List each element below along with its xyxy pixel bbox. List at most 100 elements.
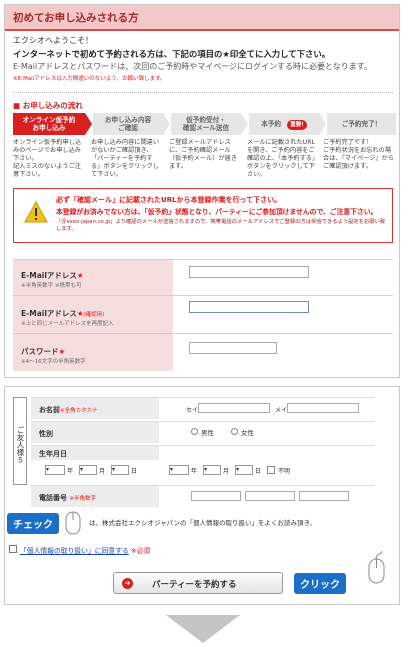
mouse-icon (65, 511, 81, 535)
alt-year-select[interactable]: ▾ (169, 465, 189, 475)
email-confirm-label-cell: E-Mailアドレス★(確認用) ※上と同じメールアドレスを再度記入 (13, 296, 173, 333)
male-label: 男性 (201, 429, 214, 437)
agree-checkbox[interactable] (9, 545, 17, 553)
privacy-link[interactable]: 「個人情報の取り扱い」に同意する (20, 547, 129, 555)
step-2-desc: お申し込み内容に間違いがないかご確認頂き、「パーティーを予約する」ボタンをクリッ… (91, 139, 160, 178)
step-2: お申し込み内容 ご確認 (93, 113, 163, 135)
step-arrow (241, 113, 248, 135)
step-1: オンライン仮予約 お申し込み (13, 113, 85, 135)
name-row: お名前※全角カタカナ セイ メイ (31, 397, 374, 419)
phone-row: 電話番号 ※半角数字 (31, 485, 374, 507)
step-3: 仮予約受付・ 確認メール送信 (171, 113, 241, 135)
female-label: 女性 (241, 429, 254, 437)
gender-label: 性別 (39, 430, 53, 438)
password-label: パスワード (21, 347, 59, 356)
birthday-label-cell: 生年月日 (31, 446, 159, 460)
mouse-icon (368, 551, 385, 584)
male-radio[interactable] (191, 428, 198, 435)
step-label: 仮予約受付・ 確認メール送信 (182, 116, 230, 132)
friend-side-label: ご友人様５ (13, 397, 27, 485)
unknown-checkbox[interactable] (267, 466, 275, 474)
arrow-right-icon: ➜ (122, 578, 133, 589)
phone-part2[interactable] (245, 491, 295, 501)
warning-box: 必ず「確認メール」に記載されたURLから本登録作業を行って下さい。 本登録がお済… (13, 188, 393, 243)
birth-day-select[interactable]: ▾ (111, 465, 129, 475)
step-3-desc: ご登録メールアドレスに、ご予約確認メール（仮予約メール）が届きます。 (169, 139, 238, 170)
step-4-desc: メールに記載されたURLを開き、ご予約内容をご確認の上、「本予約する」ボタンをク… (247, 139, 316, 178)
required-star: ★ (76, 309, 84, 318)
password-hint: ※4〜16文字の半角英数字 (21, 359, 86, 365)
friend-form-panel: ご友人様５ お名前※全角カタカナ セイ メイ 性別 男性 女性 生年月日 ▾ 年… (4, 386, 400, 605)
step-5-desc: ご予約完了です！ ご予約状況をお忘れの場合は、『マイページ』からご確認頂けます。 (323, 139, 395, 170)
alt-year-unit: 年 (191, 468, 198, 475)
step-label: お申し込み内容 ご確認 (104, 116, 152, 132)
month-unit: 月 (99, 468, 106, 475)
privacy-text: は、株式会社エクシオジャパンの「個人情報の取り扱い」をよくお読み頂き、 (89, 519, 317, 527)
click-callout: クリック (294, 573, 346, 594)
warning-icon (24, 201, 48, 223)
birth-month-select[interactable]: ▾ (79, 465, 97, 475)
required-star: ★ (76, 271, 84, 280)
email-note: E-Mailアドレスとパスワードは、次回のご予約時やマイページにログインする時に… (13, 62, 372, 71)
section-title: 初めてお申し込みされる方 (13, 12, 139, 24)
warning-line-3: 「＠exeo-japan.co.jp」より確認のメールが送信されますので、携帯電… (56, 219, 386, 232)
email-hint: ※半角英数字 ※携帯も可 (21, 283, 82, 289)
password-input[interactable] (189, 342, 277, 354)
step-1-desc: オンライン仮予約申し込みのページでお申し込み下さい。 記入ミスのないようご注意下… (13, 139, 82, 178)
agree-row: 「個人情報の取り扱い」に同意する ※必須 (20, 545, 150, 555)
email-confirm-hint: ※上と同じメールアドレスを再度記入 (21, 321, 114, 327)
agree-required: ※必須 (130, 547, 151, 555)
phone-part3[interactable] (299, 491, 349, 501)
email-confirm-input[interactable] (189, 301, 309, 313)
alt-month-unit: 月 (223, 468, 230, 475)
step-5: ご予約完了！ (327, 113, 396, 135)
email-label: E-Mailアドレス (21, 271, 77, 280)
password-row: パスワード★ ※4〜16文字の半角英数字 (13, 333, 393, 371)
mei-input[interactable] (287, 403, 359, 413)
year-unit: 年 (67, 468, 74, 475)
birthday-row: 生年月日 ▾ 年 ▾ 月 ▾ 日 ▾ 年 ▾ 月 ▾ 日 不明 (31, 445, 374, 483)
alt-day-select[interactable]: ▾ (235, 465, 253, 475)
phone-label-cell: 電話番号 ※半角数字 (31, 486, 159, 507)
phone-label: 電話番号 (39, 494, 67, 502)
name-label: お名前 (39, 406, 60, 414)
phone-note: ※半角数字 (69, 496, 97, 502)
birth-year-select[interactable]: ▾ (45, 465, 65, 475)
email-label-cell: E-Mailアドレス★ ※半角英数字 ※携帯も可 (13, 260, 173, 295)
step-arrow (163, 113, 170, 135)
registration-form-panel: 初めてお申し込みされる方 エクシオへようこそ！ インターネットで初めて予約される… (4, 4, 400, 378)
female-radio[interactable] (231, 428, 238, 435)
sei-input[interactable] (198, 403, 270, 413)
phone-part1[interactable] (191, 491, 241, 501)
mei-label: メイ (275, 407, 288, 414)
reserve-button-label: パーティーを予約する (152, 580, 237, 590)
reserve-party-button[interactable]: ➜ パーティーを予約する (113, 572, 283, 594)
step-arrow (85, 113, 92, 135)
step-label: オンライン仮予約 お申し込み (22, 116, 76, 132)
flow-steps: オンライン仮予約 お申し込み お申し込み内容 ご確認 仮予約受付・ 確認メール送… (13, 113, 396, 135)
birthday-label: 生年月日 (39, 450, 67, 458)
email-warning: ※E-Mailアドレスは入力間違いのないよう、お願い致します。 (13, 76, 166, 82)
step-arrow (319, 113, 326, 135)
sei-label: セイ (186, 407, 199, 414)
step-label: 本予約 (261, 120, 281, 128)
gender-row: 性別 男性 女性 (31, 421, 374, 443)
gender-label-cell: 性別 (31, 422, 159, 443)
check-callout: チェック (7, 513, 59, 534)
important-badge: 重要! (287, 120, 307, 130)
password-label-cell: パスワード★ ※4〜16文字の半角英数字 (13, 334, 173, 371)
down-arrow-icon (166, 615, 240, 643)
required-star: ★ (58, 347, 66, 356)
divider (13, 92, 393, 93)
alt-month-select[interactable]: ▾ (203, 465, 221, 475)
unknown-label: 不明 (278, 468, 291, 475)
confirm-tag: (確認用) (83, 312, 105, 318)
section-header: 初めてお申し込みされる方 (5, 5, 399, 31)
step-label: ご予約完了！ (341, 120, 382, 128)
email-confirm-row: E-Mailアドレス★(確認用) ※上と同じメールアドレスを再度記入 (13, 295, 393, 333)
email-row: E-Mailアドレス★ ※半角英数字 ※携帯も可 (13, 259, 393, 295)
warning-line-1: 必ず「確認メール」に記載されたURLから本登録作業を行って下さい。 (56, 196, 282, 204)
email-input[interactable] (189, 266, 309, 278)
intro-text: インターネットで初めて予約される方は、下記の項目の★印全てに入力して下さい。 (13, 49, 331, 59)
day-unit: 日 (131, 468, 138, 475)
